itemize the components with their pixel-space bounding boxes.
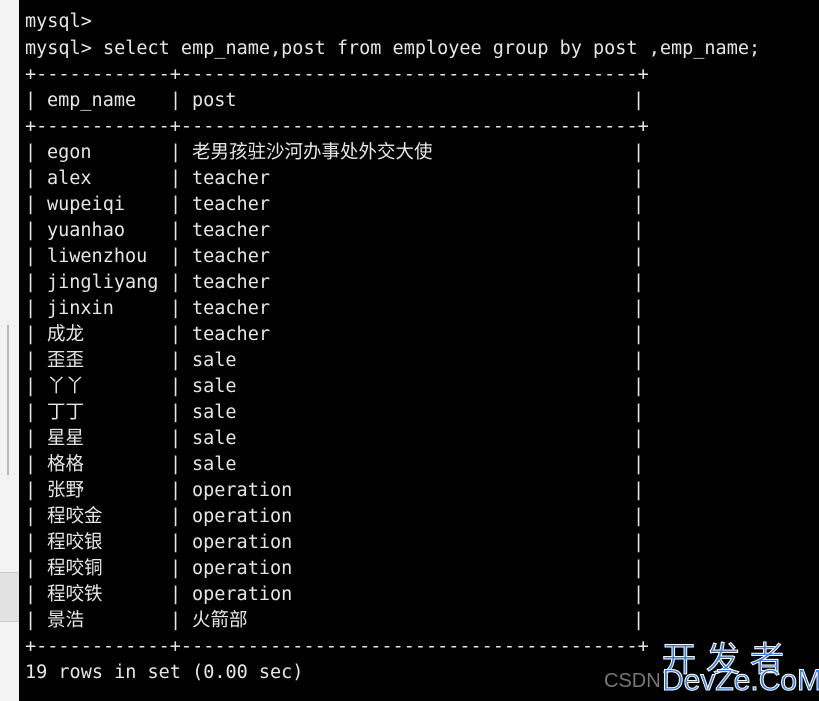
cell-post: sale	[192, 454, 237, 475]
cell-post: operation	[192, 480, 293, 501]
table-border-top: +------------+--------------------------…	[25, 64, 649, 85]
cell-post: teacher	[192, 220, 270, 241]
cell-emp-name: 景浩	[47, 610, 85, 631]
cell-post: operation	[192, 584, 293, 605]
left-window-edge	[0, 0, 19, 701]
cell-emp-name: liwenzhou	[47, 246, 148, 267]
cell-post: sale	[192, 376, 237, 397]
cell-emp-name: wupeiqi	[47, 194, 125, 215]
cell-emp-name: 丫丫	[47, 376, 85, 397]
cell-post: teacher	[192, 324, 270, 345]
cell-post: sale	[192, 428, 237, 449]
table-header-row: | emp_name | post |	[25, 88, 644, 114]
cell-post: teacher	[192, 168, 270, 189]
cell-emp-name: 格格	[47, 454, 85, 475]
cell-emp-name: 丁丁	[47, 402, 85, 423]
cell-emp-name: 成龙	[47, 324, 85, 345]
cell-emp-name: jinxin	[47, 298, 114, 319]
watermark-csdn: CSDN	[604, 670, 661, 692]
cell-emp-name: alex	[47, 168, 92, 189]
side-panel-item[interactable]	[0, 572, 19, 622]
cell-emp-name: jingliyang	[47, 272, 159, 293]
cell-post: 老男孩驻沙河办事处外交大使	[192, 142, 433, 163]
cell-emp-name: 程咬铁	[47, 584, 103, 605]
cell-emp-name: 张野	[47, 480, 85, 501]
column-header-emp-name: emp_name	[47, 90, 137, 111]
cell-post: 火箭部	[192, 610, 248, 631]
cell-post: teacher	[192, 194, 270, 215]
cell-post: teacher	[192, 272, 270, 293]
result-footer: 19 rows in set (0.00 sec)	[25, 662, 304, 683]
prompt-line: mysql>	[25, 11, 92, 32]
cell-post: teacher	[192, 246, 270, 267]
cell-emp-name: egon	[47, 142, 92, 163]
cell-post: sale	[192, 350, 237, 371]
cell-emp-name: 程咬金	[47, 506, 103, 527]
table-border-header: +------------+--------------------------…	[25, 116, 649, 137]
cell-post: operation	[192, 558, 293, 579]
cell-emp-name: 程咬银	[47, 532, 103, 553]
cell-emp-name: 星星	[47, 428, 85, 449]
watermark-site: DevZe.CoM	[661, 664, 819, 698]
cell-post: sale	[192, 402, 237, 423]
column-header-post: post	[192, 90, 237, 111]
cell-post: teacher	[192, 298, 270, 319]
cell-post: operation	[192, 506, 293, 527]
cell-emp-name: yuanhao	[47, 220, 125, 241]
cell-post: operation	[192, 532, 293, 553]
scrollbar[interactable]	[7, 325, 9, 475]
table-border-bottom: +------------+--------------------------…	[25, 636, 649, 657]
command-line: mysql> select emp_name,post from employe…	[25, 38, 761, 59]
cell-emp-name: 歪歪	[47, 350, 85, 371]
cell-emp-name: 程咬铜	[47, 558, 103, 579]
